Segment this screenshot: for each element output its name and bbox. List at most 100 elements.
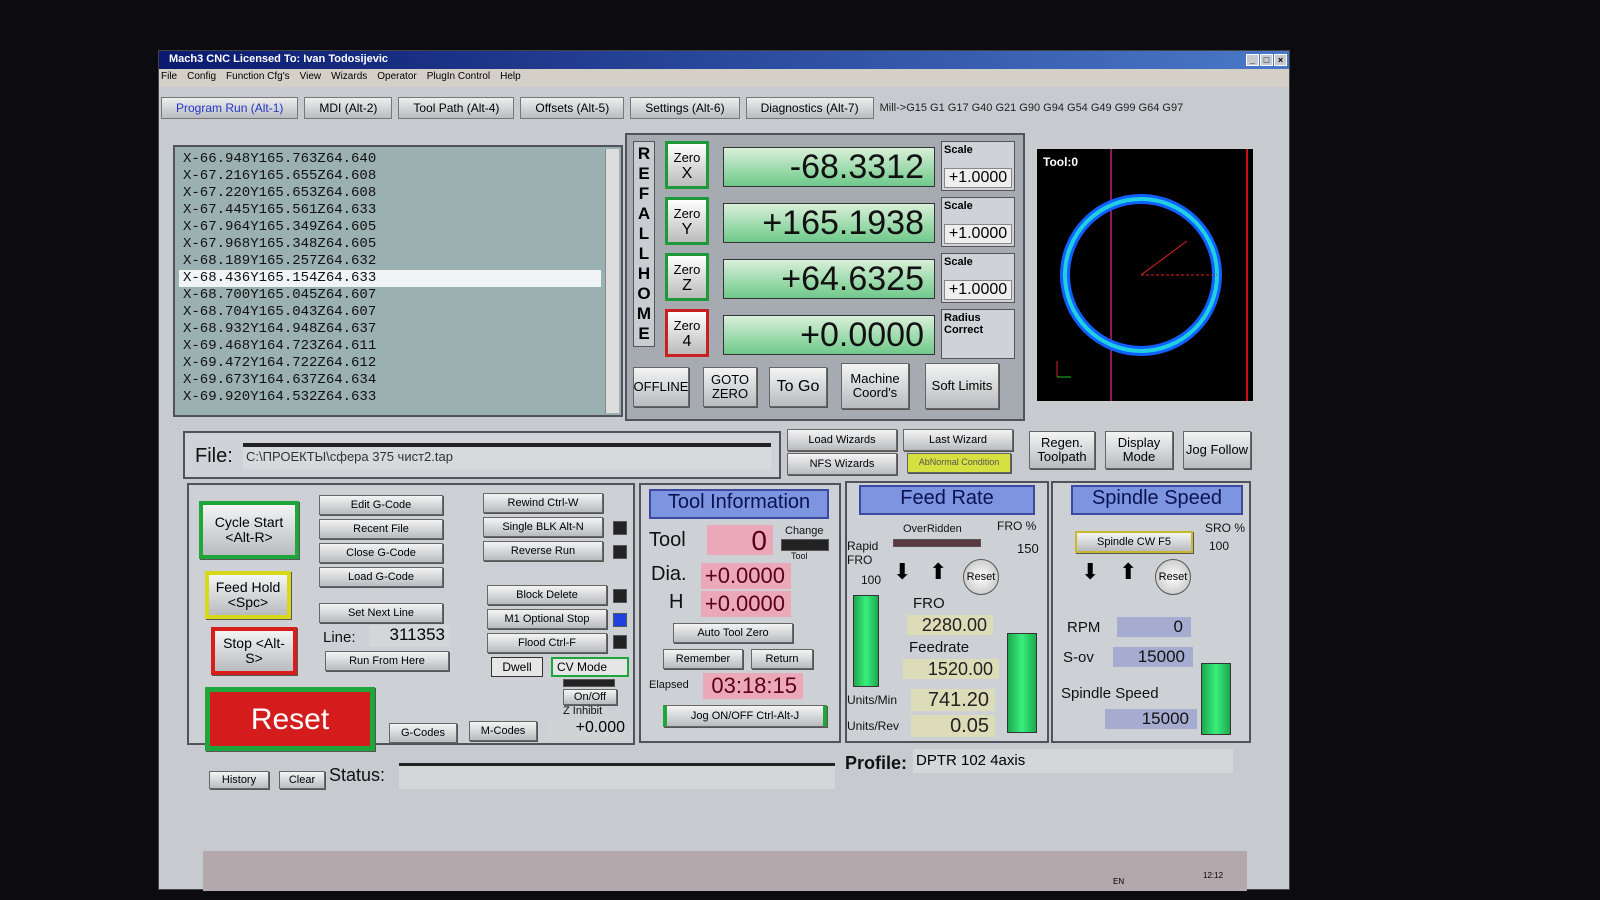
gcode-list[interactable]: X-66.948Y165.763Z64.640 X-67.216Y165.655Z…	[173, 145, 623, 417]
fro-down-icon[interactable]: ⬇	[893, 559, 911, 585]
load-wizards-button[interactable]: Load Wizards	[787, 429, 897, 451]
minimize-button[interactable]: _	[1246, 54, 1259, 66]
gcode-line[interactable]: X-67.968Y165.348Z64.605	[179, 236, 601, 253]
remember-button[interactable]: Remember	[663, 649, 743, 669]
dro-z[interactable]: +64.6325	[723, 259, 935, 299]
dro-x[interactable]: -68.3312	[723, 147, 935, 187]
dro-y[interactable]: +165.1938	[723, 203, 935, 243]
last-wizard-button[interactable]: Last Wizard	[903, 429, 1013, 451]
nfs-wizards-button[interactable]: NFS Wizards	[787, 453, 897, 475]
sro-reset-button[interactable]: Reset	[1155, 559, 1191, 595]
tool-height[interactable]: +0.0000	[701, 591, 791, 617]
gcode-line[interactable]: X-68.436Y165.154Z64.633	[179, 270, 601, 287]
menu-config[interactable]: Config	[187, 71, 216, 85]
cycle-start-button[interactable]: Cycle Start <Alt-R>	[199, 501, 299, 559]
scale-label: Scale	[944, 256, 973, 268]
feedrate-value[interactable]: 1520.00	[903, 659, 999, 679]
flood-button[interactable]: Flood Ctrl-F	[487, 633, 607, 653]
dro-4[interactable]: +0.0000	[723, 315, 935, 355]
display-mode-button[interactable]: Display Mode	[1105, 431, 1173, 469]
gcode-line[interactable]: X-66.948Y165.763Z64.640	[179, 151, 601, 168]
gcode-scrollbar[interactable]	[605, 149, 619, 413]
gcode-line[interactable]: X-68.189Y165.257Z64.632	[179, 253, 601, 270]
load-gcode-button[interactable]: Load G-Code	[319, 567, 443, 587]
menu-file[interactable]: File	[161, 71, 177, 85]
jog-toggle-button[interactable]: Jog ON/OFF Ctrl-Alt-J	[663, 705, 827, 727]
toolpath-display[interactable]: Tool:0	[1035, 147, 1255, 403]
goto-zero-button[interactable]: GOTO ZERO	[703, 367, 757, 407]
s-ov-value[interactable]: 15000	[1113, 647, 1193, 667]
block-delete-button[interactable]: Block Delete	[487, 585, 607, 605]
gcode-line[interactable]: X-68.932Y164.948Z64.637	[179, 321, 601, 338]
menu-view[interactable]: View	[300, 71, 322, 85]
gcode-line[interactable]: X-69.468Y164.723Z64.611	[179, 338, 601, 355]
ref-all-home-button[interactable]: REFALLHOME	[633, 141, 655, 347]
mcodes-button[interactable]: M-Codes	[469, 721, 537, 741]
machine-coords-button[interactable]: Machine Coord's	[841, 363, 909, 409]
tab-program-run[interactable]: Program Run (Alt-1)	[161, 97, 299, 119]
clear-button[interactable]: Clear	[279, 771, 325, 789]
stop-button[interactable]: Stop <Alt-S>	[211, 627, 297, 675]
rewind-button[interactable]: Rewind Ctrl-W	[483, 493, 603, 513]
fro-up-icon[interactable]: ⬆	[929, 559, 947, 585]
spindle-cw-button[interactable]: Spindle CW F5	[1075, 531, 1193, 553]
sro-up-icon[interactable]: ⬆	[1119, 559, 1137, 585]
zero-y-button[interactable]: Zero Y	[665, 197, 709, 245]
gcode-line[interactable]: X-69.472Y164.722Z64.612	[179, 355, 601, 372]
z-inhibit-value[interactable]: +0.000	[547, 719, 625, 739]
feed-hold-button[interactable]: Feed Hold <Spc>	[205, 571, 291, 619]
tab-tool-path[interactable]: Tool Path (Alt-4)	[398, 97, 515, 119]
history-button[interactable]: History	[209, 771, 269, 789]
run-from-here-button[interactable]: Run From Here	[325, 651, 449, 671]
gcode-line[interactable]: X-68.704Y165.043Z64.607	[179, 304, 601, 321]
soft-limits-button[interactable]: Soft Limits	[925, 363, 999, 409]
zero-x-button[interactable]: Zero X	[665, 141, 709, 189]
jog-follow-button[interactable]: Jog Follow	[1183, 431, 1251, 469]
edit-gcode-button[interactable]: Edit G-Code	[319, 495, 443, 515]
close-button[interactable]: ×	[1274, 54, 1287, 66]
gcode-line[interactable]: X-68.700Y165.045Z64.607	[179, 287, 601, 304]
menu-operator[interactable]: Operator	[377, 71, 416, 85]
tab-diagnostics[interactable]: Diagnostics (Alt-7)	[745, 97, 874, 119]
reverse-run-button[interactable]: Reverse Run	[483, 541, 603, 561]
z-inhibit-toggle-button[interactable]: On/Off	[563, 689, 617, 705]
gcode-line[interactable]: X-69.673Y164.637Z64.634	[179, 372, 601, 389]
set-next-line-button[interactable]: Set Next Line	[319, 603, 443, 623]
auto-tool-zero-button[interactable]: Auto Tool Zero	[673, 623, 793, 643]
m1-optional-stop-button[interactable]: M1 Optional Stop	[487, 609, 607, 629]
gcode-line[interactable]: X-67.445Y165.561Z64.633	[179, 202, 601, 219]
gcode-line[interactable]: X-67.220Y165.653Z64.608	[179, 185, 601, 202]
zero-4-button[interactable]: Zero 4	[665, 309, 709, 357]
scale-value[interactable]: +1.0000	[944, 224, 1012, 244]
gcodes-button[interactable]: G-Codes	[389, 723, 457, 743]
fro-value[interactable]: 2280.00	[907, 615, 993, 635]
line-number-field[interactable]: 311353	[369, 625, 449, 647]
zero-z-button[interactable]: Zero Z	[665, 253, 709, 301]
tab-offsets[interactable]: Offsets (Alt-5)	[520, 97, 625, 119]
single-block-button[interactable]: Single BLK Alt-N	[483, 517, 603, 537]
gcode-line[interactable]: X-69.920Y164.532Z64.633	[179, 389, 601, 406]
fro-reset-button[interactable]: Reset	[963, 559, 999, 595]
recent-file-button[interactable]: Recent File	[319, 519, 443, 539]
to-go-button[interactable]: To Go	[769, 367, 827, 407]
tab-mdi[interactable]: MDI (Alt-2)	[304, 97, 393, 119]
sro-down-icon[interactable]: ⬇	[1081, 559, 1099, 585]
tool-number[interactable]: 0	[707, 525, 773, 556]
menu-help[interactable]: Help	[500, 71, 521, 85]
tab-settings[interactable]: Settings (Alt-6)	[630, 97, 740, 119]
reset-button[interactable]: Reset	[205, 687, 375, 751]
return-button[interactable]: Return	[751, 649, 813, 669]
menu-plugin-control[interactable]: PlugIn Control	[427, 71, 490, 85]
gcode-line[interactable]: X-67.216Y165.655Z64.608	[179, 168, 601, 185]
menu-function-cfgs[interactable]: Function Cfg's	[226, 71, 290, 85]
maximize-button[interactable]: □	[1260, 54, 1273, 66]
language-indicator[interactable]: EN	[1113, 877, 1124, 886]
offline-button[interactable]: OFFLINE	[633, 367, 689, 407]
scale-value[interactable]: +1.0000	[944, 280, 1012, 300]
regen-toolpath-button[interactable]: Regen. Toolpath	[1029, 431, 1095, 469]
tool-diameter[interactable]: +0.0000	[701, 563, 791, 589]
menu-wizards[interactable]: Wizards	[331, 71, 367, 85]
scale-value[interactable]: +1.0000	[944, 168, 1012, 188]
close-gcode-button[interactable]: Close G-Code	[319, 543, 443, 563]
gcode-line[interactable]: X-67.964Y165.349Z64.605	[179, 219, 601, 236]
